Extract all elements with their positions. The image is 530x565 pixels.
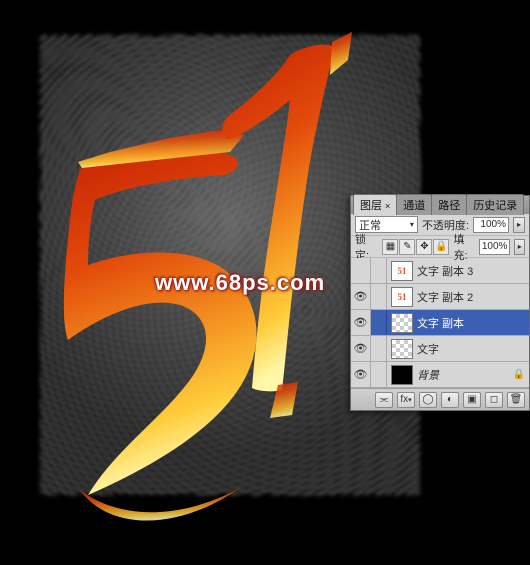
layer-thumbnail[interactable]: 51 (391, 287, 413, 307)
layer-thumbnail[interactable] (391, 365, 413, 385)
chevron-down-icon: ▾ (410, 220, 414, 229)
group-button[interactable]: ▣ (463, 392, 481, 408)
layer-name[interactable]: 背景 (417, 367, 513, 383)
lock-icon: 🔒 (513, 369, 525, 380)
trash-button[interactable]: 🗑 (507, 392, 525, 408)
tab-layers-label: 图层 (360, 200, 382, 212)
fill-label: 填充: (454, 231, 475, 263)
tab-channels[interactable]: 通道 (396, 194, 432, 215)
layer-thumbnail[interactable] (391, 339, 413, 359)
link-layers-button[interactable]: ⫘ (375, 392, 393, 408)
layer-row[interactable]: 👁 51 文字 副本 3 (351, 258, 529, 284)
layer-row[interactable]: 👁 51 文字 副本 2 (351, 284, 529, 310)
fx-button[interactable]: fx▾ (397, 392, 415, 408)
visibility-toggle[interactable]: 👁 (351, 310, 371, 335)
watermark-text: www.68ps.com (155, 270, 325, 296)
layer-row[interactable]: 👁 文字 (351, 336, 529, 362)
adjustment-button[interactable]: ◐ (441, 392, 459, 408)
panel-tabs: 图层× 通道 路径 历史记录 (351, 196, 529, 214)
fill-flyout[interactable]: ▸ (514, 239, 525, 255)
layer-thumbnail[interactable]: 51 (391, 261, 413, 281)
layer-name[interactable]: 文字 副本 2 (417, 289, 529, 305)
new-layer-button[interactable]: ◻ (485, 392, 503, 408)
tab-paths[interactable]: 路径 (431, 194, 467, 215)
eye-icon: 👁 (354, 368, 368, 381)
lock-all-icon[interactable]: 🔒 (433, 239, 449, 255)
visibility-toggle[interactable]: 👁 (351, 258, 371, 283)
link-column[interactable] (371, 258, 387, 283)
tab-history[interactable]: 历史记录 (466, 194, 524, 215)
layer-thumbnail[interactable] (391, 313, 413, 333)
layer-name[interactable]: 文字 副本 (417, 315, 529, 331)
layer-row[interactable]: 👁 背景 🔒 (351, 362, 529, 388)
eye-icon: 👁 (354, 316, 368, 329)
link-column[interactable] (371, 284, 387, 309)
tab-layers[interactable]: 图层× (353, 194, 397, 215)
chevron-down-icon: ▾ (408, 396, 412, 404)
visibility-toggle[interactable]: 👁 (351, 284, 371, 309)
link-column[interactable] (371, 310, 387, 335)
opacity-flyout[interactable]: ▸ (513, 217, 525, 233)
link-column[interactable] (371, 336, 387, 361)
mask-button[interactable]: ◯ (419, 392, 437, 408)
lock-fill-row: 锁定: ▦ ✎ ✥ 🔒 填充: 100% ▸ (351, 236, 529, 258)
fill-input[interactable]: 100% (479, 239, 510, 255)
lock-buttons: ▦ ✎ ✥ 🔒 (382, 239, 449, 255)
visibility-toggle[interactable]: 👁 (351, 362, 371, 387)
lock-pixels-icon[interactable]: ✎ (399, 239, 415, 255)
layer-list: 👁 51 文字 副本 3 👁 51 文字 副本 2 👁 文字 副本 👁 文字 👁 (351, 258, 529, 388)
visibility-toggle[interactable]: 👁 (351, 336, 371, 361)
layer-row[interactable]: 👁 文字 副本 (351, 310, 529, 336)
opacity-value: 100% (480, 219, 506, 230)
panel-footer: ⫘ fx▾ ◯ ◐ ▣ ◻ 🗑 (351, 388, 529, 410)
layer-name[interactable]: 文字 (417, 341, 529, 357)
blend-opacity-row: 正常 ▾ 不透明度: 100% ▸ (351, 214, 529, 236)
eye-icon: 👁 (354, 290, 368, 303)
lock-transparency-icon[interactable]: ▦ (382, 239, 398, 255)
opacity-input[interactable]: 100% (473, 217, 509, 233)
fx-label: fx (400, 394, 408, 405)
lock-position-icon[interactable]: ✥ (416, 239, 432, 255)
close-icon[interactable]: × (385, 201, 390, 211)
eye-icon: 👁 (354, 342, 368, 355)
fill-value: 100% (482, 241, 508, 252)
link-column[interactable] (371, 362, 387, 387)
layer-name[interactable]: 文字 副本 3 (417, 263, 529, 279)
layers-panel: 图层× 通道 路径 历史记录 正常 ▾ 不透明度: 100% ▸ 锁定: ▦ ✎… (350, 195, 530, 411)
